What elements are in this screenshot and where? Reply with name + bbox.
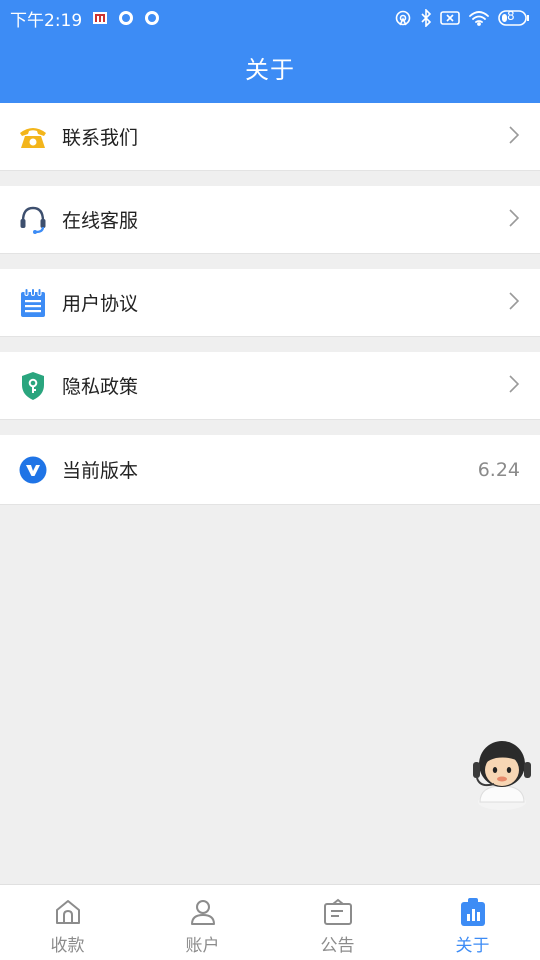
divider [0, 420, 540, 435]
menu-item-label: 用户协议 [62, 293, 139, 315]
circle-notification-icon [144, 10, 160, 26]
tab-label: 账户 [185, 936, 220, 956]
app-notification-icon [92, 11, 108, 25]
tab-collect[interactable]: 收款 [0, 885, 135, 960]
user-icon [189, 897, 217, 927]
menu-item-online-support[interactable]: 在线客服 [0, 186, 540, 254]
menu-item-user-agreement[interactable]: 用户协议 [0, 269, 540, 337]
version-value: 6.24 [477, 458, 520, 481]
tab-notice[interactable]: 公告 [270, 885, 405, 960]
chevron-right-icon [508, 291, 520, 315]
chevron-right-icon [508, 374, 520, 398]
battery-icon: 8 [498, 9, 530, 26]
menu-item-contact-us[interactable]: 联系我们 [0, 103, 540, 171]
no-sim-icon [440, 10, 460, 26]
chevron-right-icon [508, 208, 520, 232]
tab-label: 公告 [320, 936, 355, 956]
headset-icon [18, 205, 48, 235]
divider [0, 171, 540, 186]
hotspot-icon [394, 9, 412, 27]
version-logo-icon [18, 455, 48, 485]
divider [0, 254, 540, 269]
phone-icon [18, 122, 48, 152]
menu-item-privacy-policy[interactable]: 隐私政策 [0, 352, 540, 420]
menu-item-label: 隐私政策 [62, 376, 139, 398]
bluetooth-icon [420, 9, 432, 27]
circle-notification-icon [118, 10, 134, 26]
customer-service-avatar-icon [473, 741, 531, 810]
notice-icon [323, 897, 353, 927]
version-label: 当前版本 [62, 460, 139, 482]
menu-item-label: 联系我们 [62, 127, 139, 149]
status-time: 下午2:19 [10, 10, 83, 31]
home-icon [54, 897, 82, 927]
notepad-icon [18, 287, 48, 318]
wifi-icon [468, 10, 490, 26]
page-title: 关于 [245, 56, 295, 84]
battery-level: 8 [507, 9, 515, 23]
bottom-tab-bar: 收款 账户 公告 关于 [0, 884, 540, 960]
chart-bag-icon [459, 897, 487, 927]
chevron-right-icon [508, 125, 520, 149]
menu-item-label: 在线客服 [62, 210, 139, 232]
tab-label: 关于 [455, 936, 490, 956]
menu-item-current-version: 当前版本 6.24 [0, 435, 540, 505]
tab-label: 收款 [50, 936, 85, 956]
tab-about[interactable]: 关于 [405, 885, 540, 960]
customer-service-avatar-button[interactable] [466, 732, 538, 812]
shield-icon [18, 371, 48, 401]
tab-account[interactable]: 账户 [135, 885, 270, 960]
about-menu: 联系我们 在线客服 用户协议 隐私政策 当前版本 6.24 [0, 103, 540, 505]
status-bar: 下午2:19 8 [0, 0, 540, 36]
divider [0, 337, 540, 352]
app-header: 下午2:19 8 关于 [0, 0, 540, 103]
